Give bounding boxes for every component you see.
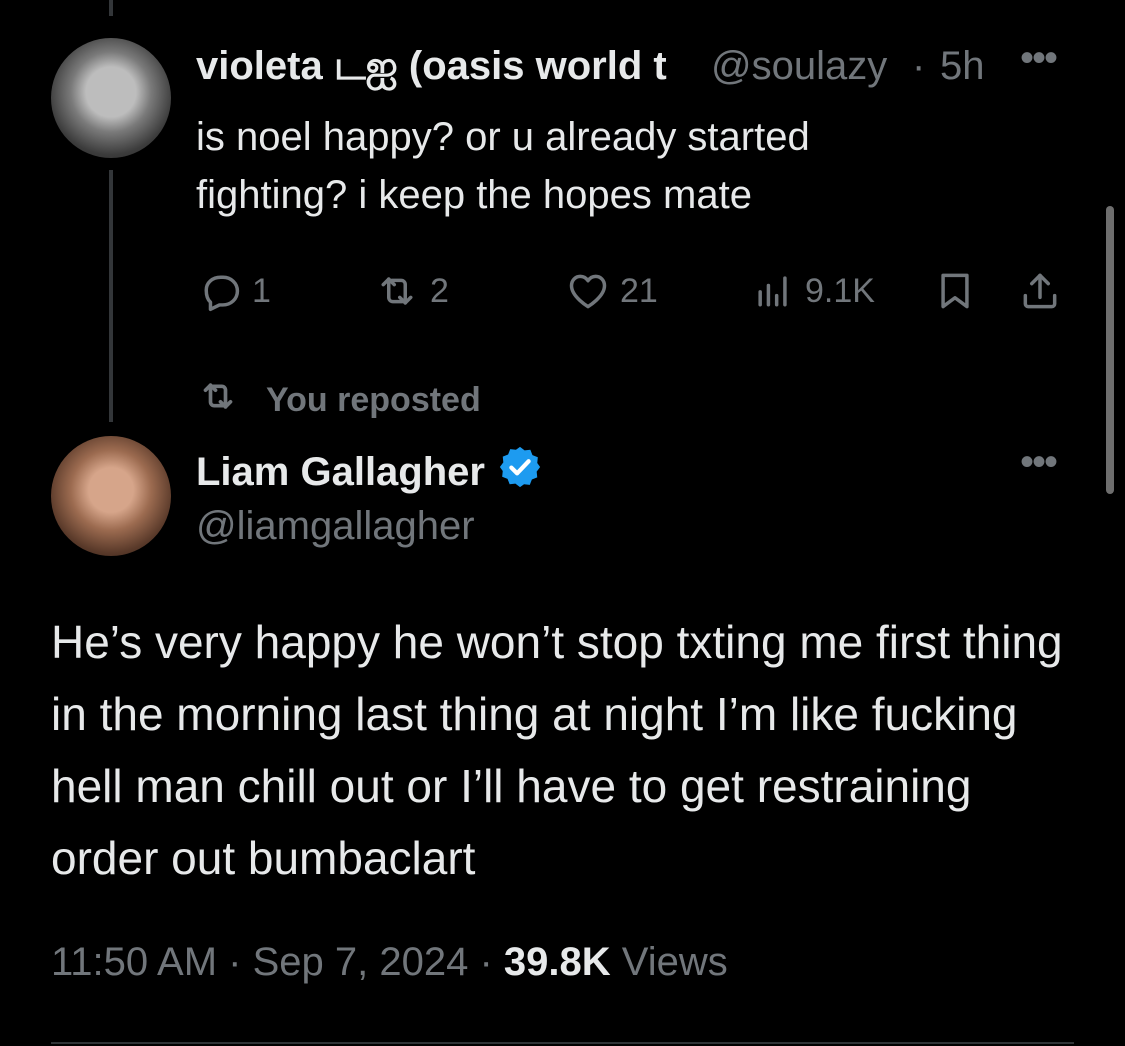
tweet-meta: 11:50 AM · Sep 7, 2024 · 39.8K Views [51,940,728,985]
main-more-icon[interactable]: ••• [1020,440,1058,485]
share-button[interactable] [1018,266,1062,316]
main-display-name[interactable]: Liam Gallagher [196,450,485,495]
parent-display-name[interactable]: violeta டஐ (oasis world t [196,44,667,94]
like-button[interactable]: 21 [566,266,658,316]
tweet-views-count[interactable]: 39.8K [504,940,611,984]
share-icon [1018,269,1062,313]
views-icon [751,269,795,313]
parent-handle[interactable]: @soulazy [711,44,907,89]
reply-count: 1 [252,271,271,310]
bookmark-icon [933,269,977,313]
tweet-date[interactable]: Sep 7, 2024 [253,940,469,984]
like-icon [566,269,610,313]
repost-indicator: You reposted [196,374,481,426]
meta-dot-2: · [468,940,504,984]
divider [51,1042,1074,1044]
main-display-name-row[interactable]: Liam Gallagher [196,444,543,500]
thread-connector-top [109,0,113,16]
repost-icon [196,376,240,425]
main-handle[interactable]: @liamgallagher [196,504,475,549]
views-count: 9.1K [805,271,875,310]
parent-more-icon[interactable]: ••• [1020,36,1058,81]
parent-time[interactable]: 5h [940,44,985,89]
tweet-views-label[interactable]: Views [611,940,728,984]
scrollbar[interactable] [1106,206,1114,494]
thread-connector [109,170,113,422]
repost-button[interactable]: 2 [374,266,449,316]
parent-separator: · [912,44,926,88]
views-button[interactable]: 9.1K [751,266,875,316]
repost-count: 2 [430,271,449,310]
like-count: 21 [620,271,658,310]
repost-label-text: You reposted [266,380,481,419]
avatar-violeta[interactable] [51,38,171,158]
reply-button[interactable]: 1 [198,266,271,316]
reply-icon [198,269,242,313]
meta-dot-1: · [217,940,253,984]
bookmark-button[interactable] [933,266,977,316]
avatar-liam-gallagher[interactable] [51,436,171,556]
main-tweet-text: He’s very happy he won’t stop txting me … [51,616,1063,884]
parent-tweet-text: is noel happy? or u already started figh… [196,115,810,217]
tweet-time[interactable]: 11:50 AM [51,940,217,984]
repost-icon [374,269,420,313]
verified-badge-icon[interactable] [497,444,543,500]
